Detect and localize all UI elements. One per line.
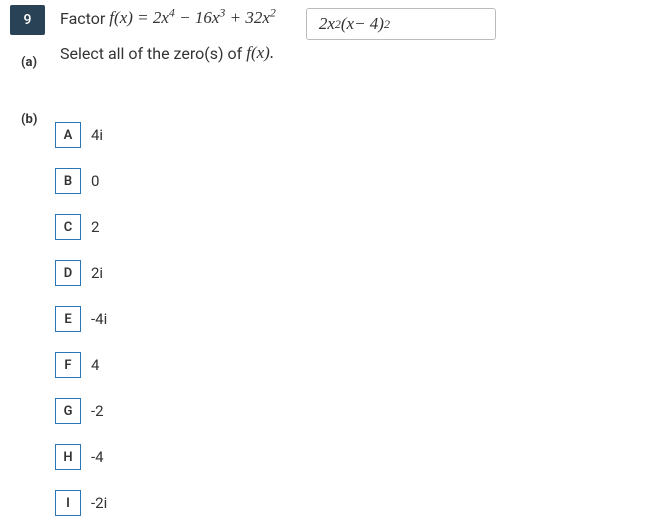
prompt-math: f(x) = 2x4 − 16x3 + 32x2 — [109, 8, 276, 28]
question-number-badge: 9 — [10, 5, 45, 35]
part-a-math: f(x). — [246, 43, 274, 63]
choice-label-b: 0 — [91, 172, 99, 190]
choice-label-f: 4 — [91, 356, 99, 374]
choice-box-i[interactable]: I — [55, 490, 81, 516]
part-a-text: Select all of the zero(s) of f(x). — [60, 43, 274, 63]
answer-input[interactable]: 2x2(x − 4)2 — [306, 8, 496, 40]
choice-box-f[interactable]: F — [55, 352, 81, 378]
choice-label-h: -4 — [91, 448, 104, 466]
choice-box-c[interactable]: C — [55, 214, 81, 240]
choice-i: I -2i — [55, 490, 107, 516]
choice-label-i: -2i — [91, 494, 107, 512]
choices-list: A 4i B 0 C 2 D 2i E -4i F 4 G -2 H -4 I … — [55, 122, 107, 516]
choice-c: C 2 — [55, 214, 107, 240]
choice-label-a: 4i — [91, 126, 103, 144]
choice-label-d: 2i — [91, 264, 103, 282]
choice-label-e: -4i — [91, 310, 107, 328]
choice-a: A 4i — [55, 122, 107, 148]
choice-box-h[interactable]: H — [55, 444, 81, 470]
choice-h: H -4 — [55, 444, 107, 470]
prompt-row: Factor f(x) = 2x4 − 16x3 + 32x2 2x2(x − … — [60, 8, 496, 40]
choice-box-e[interactable]: E — [55, 306, 81, 332]
choice-box-b[interactable]: B — [55, 168, 81, 194]
choice-box-g[interactable]: G — [55, 398, 81, 424]
choice-label-g: -2 — [91, 402, 104, 420]
prompt-prefix: Factor — [60, 9, 105, 28]
choice-g: G -2 — [55, 398, 107, 424]
part-a-prefix: Select all of the zero(s) of — [60, 44, 242, 63]
choice-box-d[interactable]: D — [55, 260, 81, 286]
prompt-text: Factor f(x) = 2x4 − 16x3 + 32x2 — [60, 8, 276, 28]
choice-box-a[interactable]: A — [55, 122, 81, 148]
choice-d: D 2i — [55, 260, 107, 286]
choice-b: B 0 — [55, 168, 107, 194]
choice-e: E -4i — [55, 306, 107, 332]
choice-f: F 4 — [55, 352, 107, 378]
part-a-label: (a) — [21, 55, 37, 70]
part-b-label: (b) — [21, 112, 37, 127]
choice-label-c: 2 — [91, 218, 99, 236]
